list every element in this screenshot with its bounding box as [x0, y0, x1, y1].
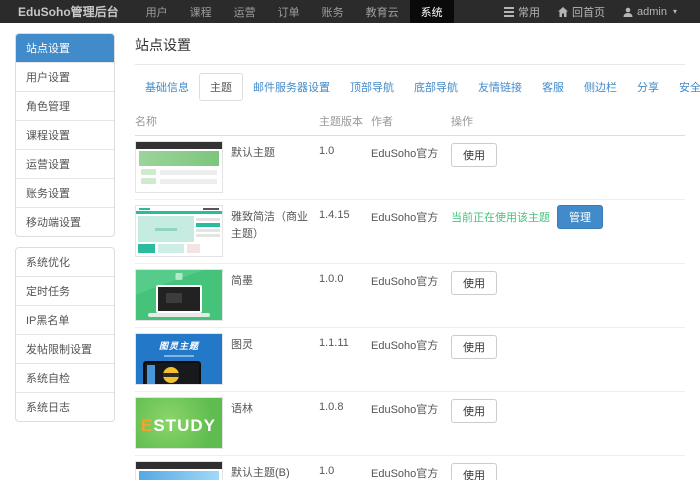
quick-menu-label: 常用: [518, 4, 540, 20]
tab-customer-service[interactable]: 客服: [532, 74, 574, 100]
tab-bottom-nav[interactable]: 底部导航: [404, 74, 468, 100]
settings-tabs: 基础信息 主题 邮件服务器设置 顶部导航 底部导航 友情链接 客服 侧边栏 分享…: [135, 73, 685, 101]
sidebar-item-operation-settings[interactable]: 运营设置: [16, 149, 114, 178]
manage-theme-button[interactable]: 管理: [557, 205, 603, 229]
sidebar-group-settings: 站点设置 用户设置 角色管理 课程设置 运营设置 账务设置 移动端设置: [15, 33, 115, 237]
sidebar-item-ip-blacklist[interactable]: IP黑名单: [16, 305, 114, 334]
theme-name: 默认主题(B): [231, 461, 290, 480]
theme-author: EduSoho官方: [371, 269, 438, 289]
theme-version: 1.0: [319, 461, 334, 477]
tab-friend-links[interactable]: 友情链接: [468, 74, 532, 100]
col-header-name: 名称: [135, 107, 319, 136]
sidebar-item-system-logs[interactable]: 系统日志: [16, 392, 114, 421]
theme-thumbnail-jianmo: [135, 269, 223, 321]
topnav-item-courses[interactable]: 课程: [179, 0, 223, 23]
thumbnail-caption: 图灵主题: [136, 339, 222, 352]
tab-security[interactable]: 安全: [669, 74, 700, 100]
theme-thumbnail-default-b: [135, 461, 223, 480]
home-icon: [558, 7, 568, 17]
theme-name: 简墨: [231, 269, 253, 321]
theme-author: EduSoho官方: [371, 141, 438, 161]
theme-author: EduSoho官方: [371, 333, 438, 353]
tab-mail-server[interactable]: 邮件服务器设置: [243, 74, 340, 100]
tab-basic-info[interactable]: 基础信息: [135, 74, 199, 100]
col-header-version: 主题版本: [319, 107, 371, 136]
sidebar-item-site-settings[interactable]: 站点设置: [16, 34, 114, 62]
table-row: 默认主题(B) 1.0 EduSoho官方 使用: [135, 456, 685, 480]
theme-author: EduSoho官方: [371, 205, 438, 225]
grid-icon: [504, 7, 514, 17]
thumbnail-caption: ESTUDY: [141, 416, 216, 436]
sidebar-item-system-selfcheck[interactable]: 系统自检: [16, 363, 114, 392]
sidebar: 站点设置 用户设置 角色管理 课程设置 运营设置 账务设置 移动端设置 系统优化…: [15, 33, 115, 480]
theme-thumbnail-turing: 图灵主题: [135, 333, 223, 385]
use-theme-button[interactable]: 使用: [451, 399, 497, 423]
topnav-item-users[interactable]: 用户: [135, 0, 179, 23]
page-title: 站点设置: [135, 35, 685, 55]
user-menu-label: admin: [637, 6, 667, 18]
col-header-author: 作者: [371, 107, 451, 136]
theme-author: EduSoho官方: [371, 461, 438, 480]
tab-share[interactable]: 分享: [627, 74, 669, 100]
use-theme-button[interactable]: 使用: [451, 463, 497, 480]
topnav-item-operations[interactable]: 运营: [223, 0, 267, 23]
theme-version: 1.1.11: [319, 333, 349, 349]
theme-name: 语林: [231, 397, 253, 449]
theme-name: 图灵: [231, 333, 253, 385]
topnav-item-educloud[interactable]: 教育云: [355, 0, 410, 23]
table-row: 雅致简洁（商业主题） 1.4.15 EduSoho官方 当前正在使用该主题 管理: [135, 200, 685, 264]
sidebar-item-user-settings[interactable]: 用户设置: [16, 62, 114, 91]
quick-menu-link[interactable]: 常用: [495, 4, 549, 20]
home-link[interactable]: 回首页: [549, 4, 614, 20]
sidebar-group-system: 系统优化 定时任务 IP黑名单 发帖限制设置 系统自检 系统日志: [15, 247, 115, 422]
sidebar-item-finance-settings[interactable]: 账务设置: [16, 178, 114, 207]
sidebar-item-system-optimize[interactable]: 系统优化: [16, 248, 114, 276]
current-theme-status: 当前正在使用该主题: [451, 205, 550, 225]
page-layout: 站点设置 用户设置 角色管理 课程设置 运营设置 账务设置 移动端设置 系统优化…: [0, 23, 700, 480]
sidebar-item-post-limit-settings[interactable]: 发帖限制设置: [16, 334, 114, 363]
sidebar-item-course-settings[interactable]: 课程设置: [16, 120, 114, 149]
home-link-label: 回首页: [572, 4, 605, 20]
theme-table: 名称 主题版本 作者 操作 默认主题: [135, 107, 685, 480]
app-brand[interactable]: EduSoho管理后台: [0, 0, 135, 23]
use-theme-button[interactable]: 使用: [451, 271, 497, 295]
table-row: 图灵主题 图灵 1.1.11 EduSoho官方 使用: [135, 328, 685, 392]
sidebar-item-scheduled-tasks[interactable]: 定时任务: [16, 276, 114, 305]
topnav-item-finance[interactable]: 账务: [311, 0, 355, 23]
user-menu[interactable]: admin ▾: [614, 6, 686, 18]
sidebar-item-mobile-settings[interactable]: 移动端设置: [16, 207, 114, 236]
theme-thumbnail-yulin: ESTUDY: [135, 397, 223, 449]
theme-version: 1.0: [319, 141, 334, 157]
theme-version: 1.4.15: [319, 205, 350, 221]
tab-theme[interactable]: 主题: [199, 73, 243, 101]
topbar-right: 常用 回首页 admin ▾: [495, 0, 700, 23]
use-theme-button[interactable]: 使用: [451, 143, 497, 167]
topnav-item-system[interactable]: 系统: [410, 0, 454, 23]
divider: [135, 64, 685, 65]
theme-thumbnail-graceful: [135, 205, 223, 257]
sidebar-item-role-management[interactable]: 角色管理: [16, 91, 114, 120]
theme-name: 雅致简洁（商业主题）: [231, 205, 315, 257]
tab-sidebar[interactable]: 侧边栏: [574, 74, 627, 100]
caret-down-icon: ▾: [673, 7, 677, 16]
table-row: 默认主题 1.0 EduSoho官方 使用: [135, 136, 685, 200]
theme-thumbnail-default: [135, 141, 223, 193]
theme-version: 1.0.8: [319, 397, 343, 413]
user-icon: [623, 7, 633, 17]
table-header-row: 名称 主题版本 作者 操作: [135, 107, 685, 136]
topnav-item-orders[interactable]: 订单: [267, 0, 311, 23]
topbar: EduSoho管理后台 用户 课程 运营 订单 账务 教育云 系统 常用 回首页…: [0, 0, 700, 23]
col-header-actions: 操作: [451, 107, 685, 136]
main-content: 站点设置 基础信息 主题 邮件服务器设置 顶部导航 底部导航 友情链接 客服 侧…: [135, 33, 685, 480]
theme-name: 默认主题: [231, 141, 275, 193]
theme-author: EduSoho官方: [371, 397, 438, 417]
theme-version: 1.0.0: [319, 269, 343, 285]
use-theme-button[interactable]: 使用: [451, 335, 497, 359]
table-row: 简墨 1.0.0 EduSoho官方 使用: [135, 264, 685, 328]
tab-top-nav[interactable]: 顶部导航: [340, 74, 404, 100]
table-row: ESTUDY 语林 1.0.8 EduSoho官方 使用: [135, 392, 685, 456]
